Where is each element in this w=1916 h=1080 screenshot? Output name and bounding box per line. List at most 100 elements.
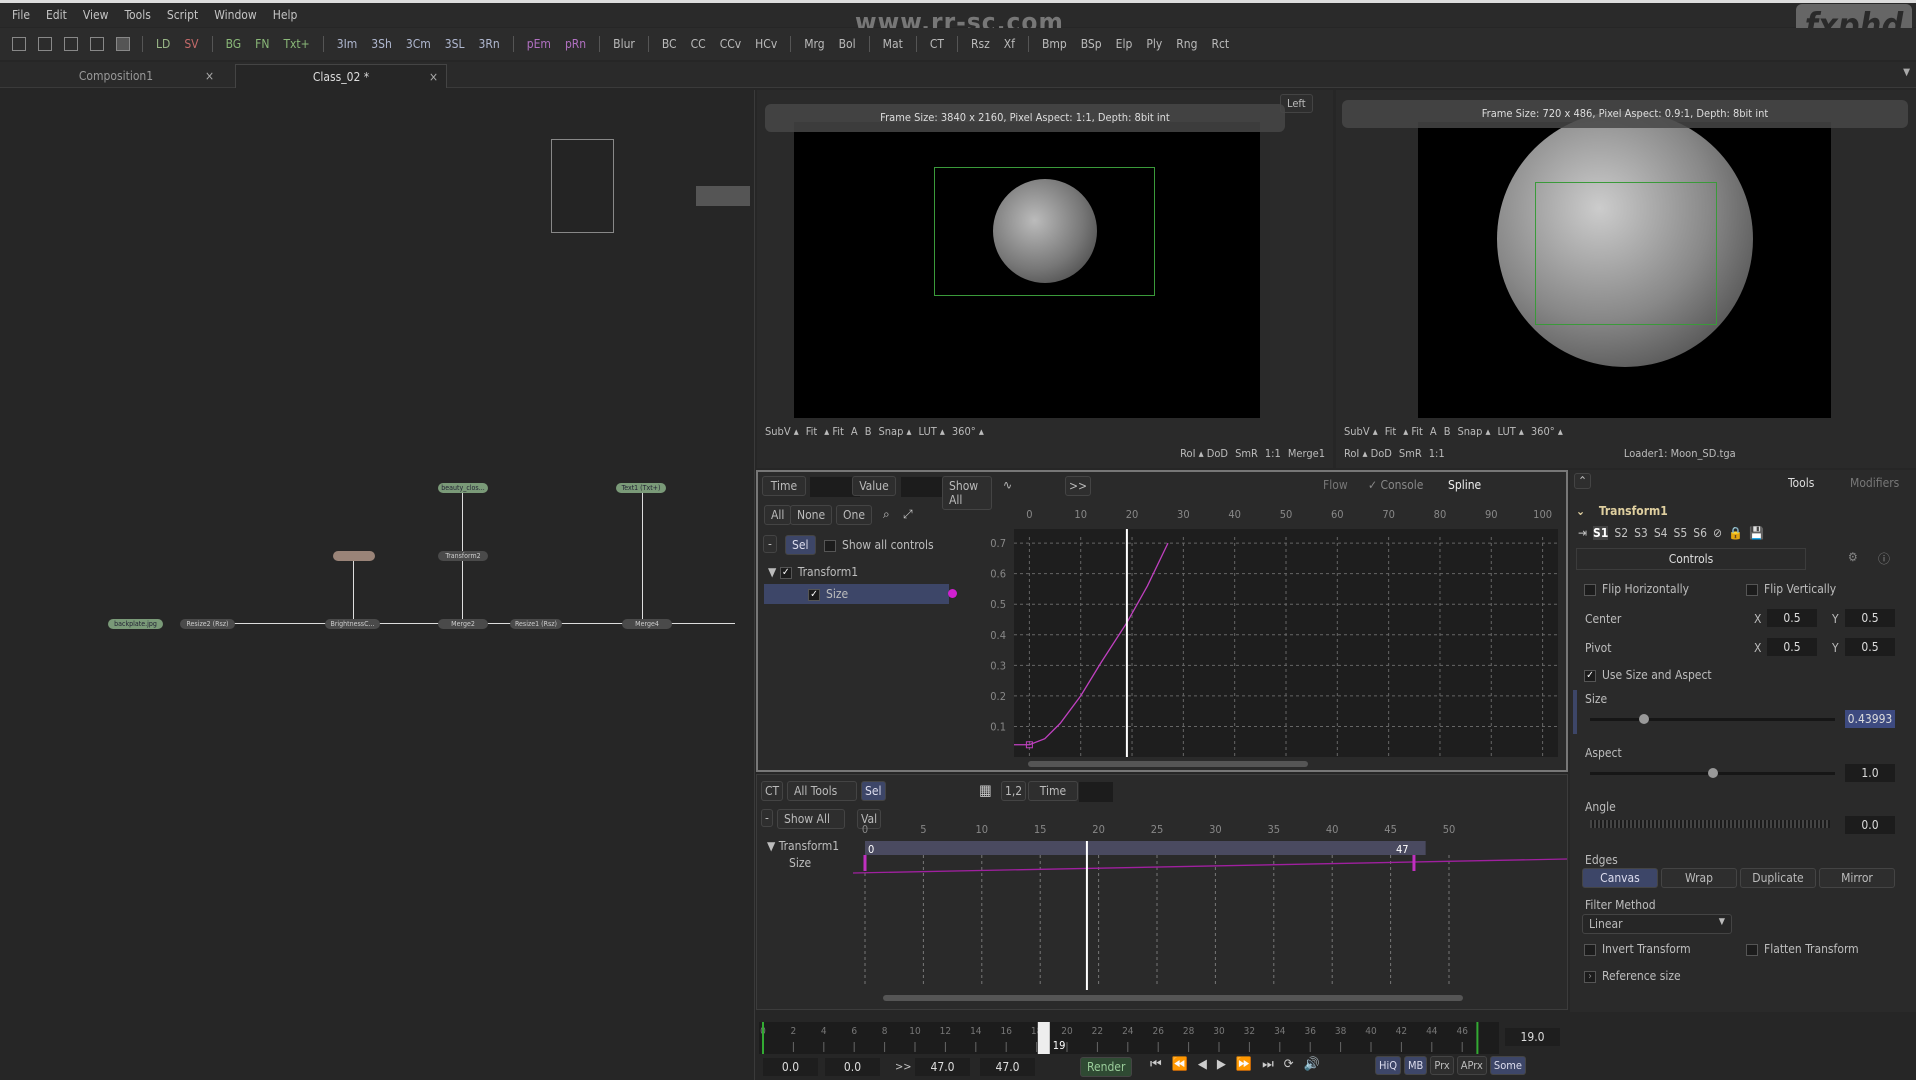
viewer-option[interactable]: RoI ▴ DoD bbox=[1180, 447, 1228, 460]
node-resize2[interactable]: Resize2 (Rsz) bbox=[180, 619, 235, 629]
tool-button-3im[interactable]: 3Im bbox=[332, 35, 363, 53]
horizontal-scrollbar[interactable] bbox=[1028, 761, 1308, 767]
edges-mirror[interactable]: Mirror bbox=[1819, 868, 1895, 888]
menu-tools[interactable]: Tools bbox=[124, 8, 150, 22]
disable-icon[interactable]: ⊘ bbox=[1713, 526, 1722, 540]
playhead[interactable] bbox=[1037, 1022, 1050, 1054]
viewer-option[interactable]: 360° ▴ bbox=[1531, 425, 1563, 438]
tool-button-bmp[interactable]: Bmp bbox=[1037, 35, 1072, 53]
tool-button-bol[interactable]: Bol bbox=[834, 35, 861, 53]
tool-button-bc[interactable]: BC bbox=[657, 35, 682, 53]
checkbox[interactable] bbox=[824, 539, 836, 552]
checkbox[interactable] bbox=[1584, 943, 1596, 956]
tool-button-3sl[interactable]: 3SL bbox=[440, 35, 470, 53]
sel-button[interactable]: Sel bbox=[785, 535, 816, 555]
horizontal-scrollbar[interactable] bbox=[883, 995, 1463, 1001]
tool-header[interactable]: ⌄ Transform1 bbox=[1576, 504, 1668, 518]
tool-button-txt[interactable]: Txt+ bbox=[278, 35, 314, 53]
tool-button-ply[interactable]: Ply bbox=[1141, 35, 1167, 53]
node-backplate[interactable]: backplate.jpg bbox=[108, 619, 163, 629]
timeline-param[interactable]: Size bbox=[789, 856, 811, 870]
viewer-option[interactable]: LUT ▴ bbox=[919, 425, 945, 438]
reference-size[interactable]: › Reference size bbox=[1584, 969, 1681, 983]
viewer-right[interactable]: Frame Size: 720 x 486, Pixel Aspect: 0.9… bbox=[1336, 90, 1916, 468]
loop-icon[interactable]: ⟳ bbox=[1284, 1057, 1294, 1072]
all-tools-dropdown[interactable]: All Tools bbox=[787, 781, 857, 801]
time-ruler[interactable]: 0246810121416182022242628303234363840424… bbox=[759, 1022, 1499, 1054]
lock-icon[interactable]: 🔒 bbox=[1728, 526, 1743, 540]
aspect-field[interactable]: 1.0 bbox=[1845, 764, 1895, 782]
step-forward-icon[interactable]: ⏩ bbox=[1236, 1057, 1252, 1072]
version-s6[interactable]: S6 bbox=[1693, 526, 1707, 540]
viewer-option[interactable]: LUT ▴ bbox=[1498, 425, 1524, 438]
tool-button-fn[interactable]: FN bbox=[250, 35, 274, 53]
menu-view[interactable]: View bbox=[83, 8, 109, 22]
expand-icon[interactable]: ▼ bbox=[767, 839, 779, 853]
save-icon[interactable]: 💾 bbox=[1749, 526, 1764, 540]
tool-button-mat[interactable]: Mat bbox=[878, 35, 908, 53]
tool-button-bg[interactable]: BG bbox=[221, 35, 247, 53]
collapse-button[interactable]: - bbox=[763, 535, 777, 553]
tool-button-3sh[interactable]: 3Sh bbox=[366, 35, 397, 53]
menu-help[interactable]: Help bbox=[273, 8, 298, 22]
close-icon[interactable]: × bbox=[429, 70, 438, 84]
version-s2[interactable]: S2 bbox=[1614, 526, 1628, 540]
viewer-option[interactable]: A bbox=[1430, 425, 1437, 438]
play-reverse-icon[interactable]: ◀ bbox=[1198, 1057, 1207, 1072]
flow-view[interactable]: backplate.jpg Resize2 (Rsz) BrightnessC.… bbox=[0, 90, 755, 1080]
viewer-option[interactable]: RoI ▴ DoD bbox=[1344, 447, 1392, 460]
edges-canvas[interactable]: Canvas bbox=[1582, 868, 1658, 888]
checkbox[interactable]: ✓ bbox=[1584, 669, 1596, 682]
fit-icon[interactable]: ⤢ bbox=[903, 507, 913, 522]
global-end-field[interactable]: 47.0 bbox=[980, 1058, 1035, 1076]
node-text1[interactable]: Text1 (Txt+) bbox=[616, 483, 666, 493]
node-merge4[interactable]: Merge4 bbox=[622, 619, 672, 629]
tool-button-ld[interactable]: LD bbox=[151, 35, 175, 53]
tab-controls[interactable]: Controls bbox=[1576, 548, 1806, 570]
pivot-x-field[interactable]: 0.5 bbox=[1767, 638, 1817, 656]
viewer-option[interactable]: ▴ Fit bbox=[824, 425, 844, 438]
flatten-transform[interactable]: Flatten Transform bbox=[1746, 942, 1859, 956]
viewer-option[interactable]: 360° ▴ bbox=[952, 425, 984, 438]
toggle-aprx[interactable]: APrx bbox=[1456, 1056, 1487, 1075]
zoom-icon[interactable]: ⌕ bbox=[883, 507, 890, 522]
expand-icon[interactable]: ▼ bbox=[768, 565, 780, 579]
ct-button[interactable]: CT bbox=[761, 781, 784, 801]
tool-button-rsz[interactable]: Rsz bbox=[966, 35, 995, 53]
checkbox[interactable] bbox=[1584, 583, 1596, 596]
slider-knob[interactable] bbox=[1707, 768, 1718, 778]
chevron-down-icon[interactable]: ⌄ bbox=[1576, 504, 1589, 518]
angle-thumbwheel[interactable] bbox=[1590, 820, 1830, 828]
tool-button-hcv[interactable]: HCv bbox=[750, 35, 782, 53]
version-s1[interactable]: S1 bbox=[1593, 526, 1609, 540]
flip-vertically[interactable]: Flip Vertically bbox=[1746, 582, 1836, 596]
tool-button-blur[interactable]: Blur bbox=[608, 35, 640, 53]
timeline-graph[interactable]: 0 5 10 15 20 25 30 35 40 45 50 0 47 bbox=[853, 825, 1567, 1010]
menu-file[interactable]: File bbox=[12, 8, 30, 22]
toggle-mb[interactable]: MB bbox=[1403, 1056, 1428, 1075]
spline-mode-icon[interactable]: ∿ bbox=[1003, 478, 1012, 492]
tool-button-elp[interactable]: Elp bbox=[1111, 35, 1138, 53]
tool-button-pem[interactable]: pEm bbox=[522, 35, 556, 53]
node-unnamed[interactable] bbox=[333, 551, 375, 561]
viewer-option[interactable]: Fit bbox=[806, 425, 818, 438]
pin-icon[interactable]: ⇥ bbox=[1578, 526, 1587, 540]
spline-color-dot[interactable] bbox=[948, 589, 957, 598]
play-icon[interactable]: ▶ bbox=[1217, 1057, 1226, 1072]
edges-wrap[interactable]: Wrap bbox=[1661, 868, 1737, 888]
angle-field[interactable]: 0.0 bbox=[1845, 816, 1895, 834]
viewer-option[interactable]: ▴ Fit bbox=[1403, 425, 1423, 438]
tool-button-xf[interactable]: Xf bbox=[999, 35, 1020, 53]
menu-script[interactable]: Script bbox=[167, 8, 198, 22]
time-field[interactable] bbox=[1079, 782, 1113, 802]
center-x-field[interactable]: 0.5 bbox=[1767, 609, 1817, 627]
tab-console[interactable]: ✓ Console bbox=[1368, 478, 1423, 492]
checkbox[interactable] bbox=[1746, 943, 1758, 956]
node-beauty[interactable]: beauty_clos... bbox=[438, 483, 488, 493]
show-all-dropdown[interactable]: Show All bbox=[777, 809, 845, 829]
range-arrows[interactable]: >> bbox=[895, 1060, 912, 1073]
node-transform2[interactable]: Transform2 bbox=[438, 551, 488, 561]
node-brightness[interactable]: BrightnessC... bbox=[325, 619, 380, 629]
viewer-left[interactable]: Left Frame Size: 3840 x 2160, Pixel Aspe… bbox=[757, 90, 1333, 468]
node-merge2[interactable]: Merge2 bbox=[438, 619, 488, 629]
